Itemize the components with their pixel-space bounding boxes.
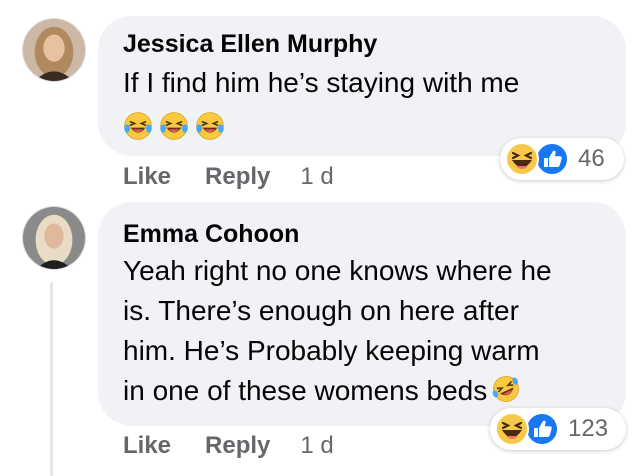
laugh-cry-emoji bbox=[195, 111, 225, 141]
comment-timestamp[interactable]: 1 d bbox=[300, 163, 333, 191]
comment-text: If I find him he’s staying with me bbox=[123, 67, 520, 98]
haha-reaction-icon bbox=[494, 411, 530, 447]
laugh-cry-emoji bbox=[159, 111, 189, 141]
avatar-jessica[interactable] bbox=[22, 18, 86, 82]
comment-author[interactable]: Jessica Ellen Murphy bbox=[123, 30, 377, 59]
comment-text-line: Yeah right no one knows where he bbox=[123, 255, 552, 286]
comment-timestamp[interactable]: 1 d bbox=[300, 432, 333, 460]
profile-photo-icon bbox=[23, 207, 85, 269]
comment-emoji-row bbox=[123, 111, 225, 141]
comment-author[interactable]: Emma Cohoon bbox=[123, 220, 299, 249]
comment-text-line: in one of these womens beds bbox=[123, 371, 613, 411]
reply-button[interactable]: Reply bbox=[205, 163, 270, 191]
comment-text-line: is. There’s enough on here after bbox=[123, 295, 519, 326]
avatar-emma[interactable] bbox=[22, 206, 86, 270]
rolling-laugh-emoji bbox=[491, 374, 521, 404]
comment-text: Yeah right no one knows where he is. The… bbox=[123, 251, 613, 411]
reply-thread-line bbox=[50, 282, 53, 476]
reaction-count: 123 bbox=[568, 415, 609, 442]
comment-actions: Like Reply 1 d bbox=[123, 432, 334, 460]
comment-actions: Like Reply 1 d bbox=[123, 163, 334, 191]
haha-reaction-icon bbox=[504, 141, 540, 177]
like-button[interactable]: Like bbox=[123, 163, 171, 191]
reaction-count: 46 bbox=[578, 145, 605, 172]
comment-text-line: him. He’s Probably keeping warm bbox=[123, 335, 540, 366]
profile-photo-icon bbox=[23, 19, 85, 81]
reaction-summary[interactable]: 46 bbox=[500, 138, 624, 180]
reaction-summary[interactable]: 123 bbox=[490, 408, 626, 450]
like-button[interactable]: Like bbox=[123, 432, 171, 460]
laugh-cry-emoji bbox=[123, 111, 153, 141]
reply-button[interactable]: Reply bbox=[205, 432, 270, 460]
